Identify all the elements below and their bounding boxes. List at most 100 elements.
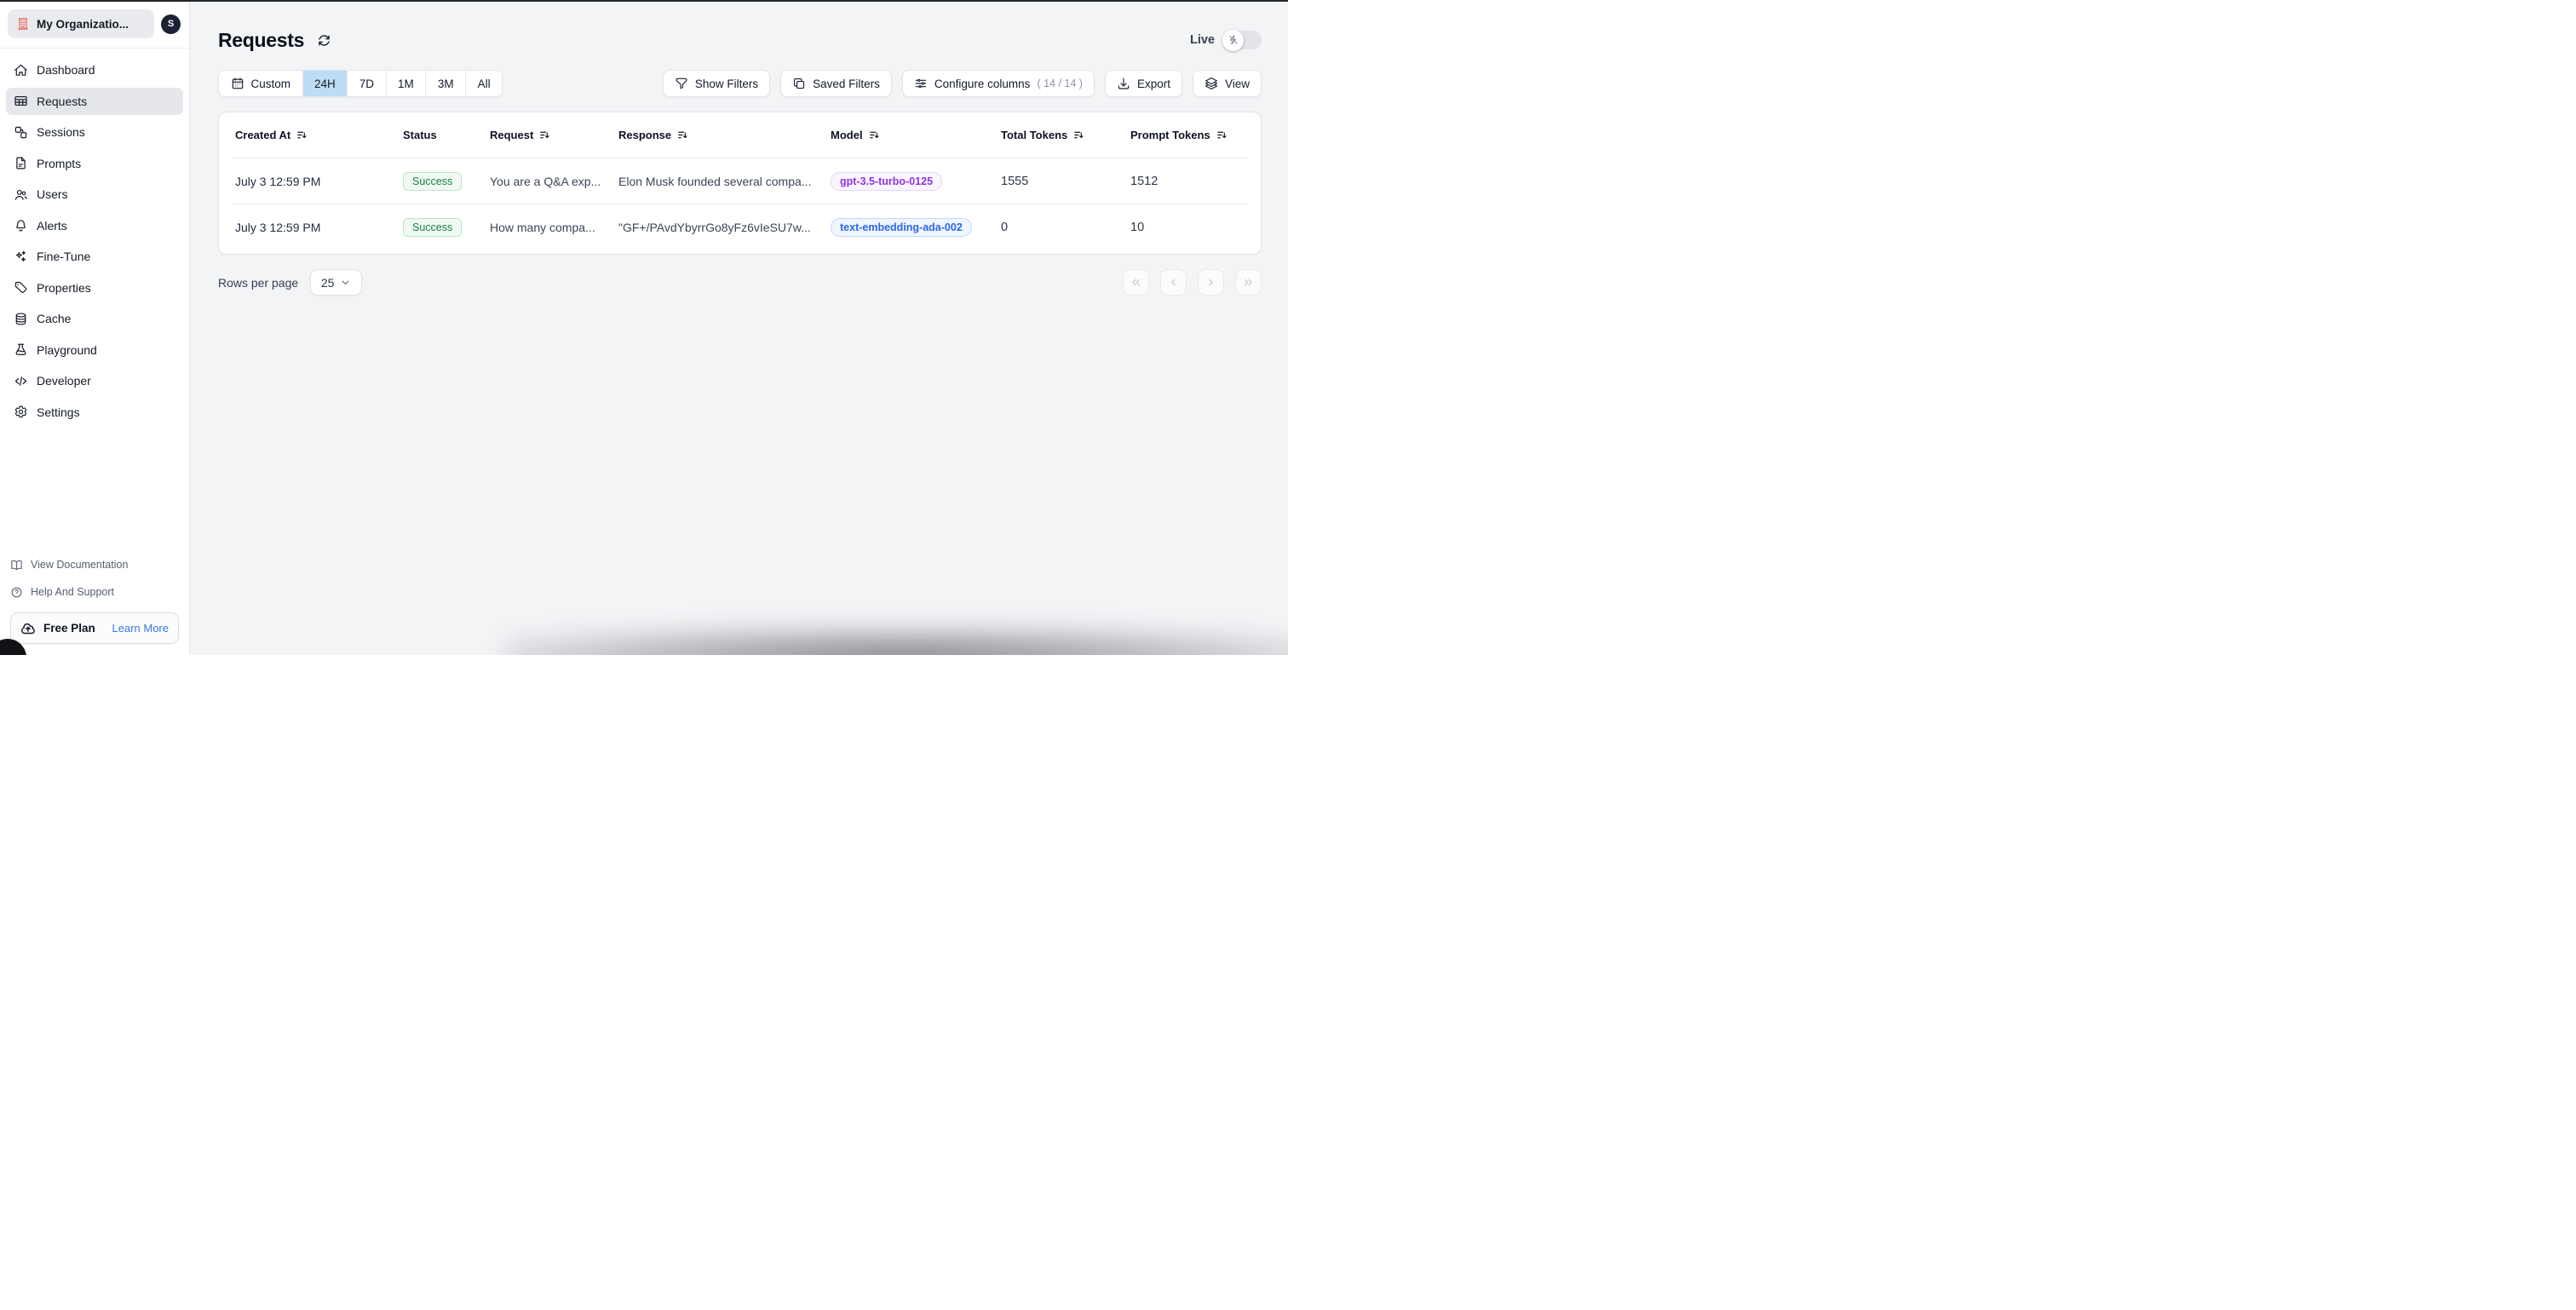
sidebar-item-label: Developer: [37, 374, 91, 388]
sidebar-item-fine-tune[interactable]: Fine-Tune: [6, 243, 183, 270]
columns-count: ( 14 / 14 ): [1037, 78, 1083, 89]
plan-banner[interactable]: Free Plan Learn More: [10, 612, 179, 644]
footer-link-label: Help And Support: [31, 586, 114, 598]
sidebar-item-developer[interactable]: Developer: [6, 367, 183, 394]
sidebar-item-users[interactable]: Users: [6, 181, 183, 208]
time-range-3m[interactable]: 3M: [426, 71, 467, 96]
chevron-right-icon: [1205, 276, 1217, 289]
pagination-row: Rows per page 25: [218, 269, 1262, 296]
gear-icon: [14, 405, 28, 419]
column-header-total-tokens[interactable]: Total Tokens: [1001, 129, 1130, 141]
sort-icon: [539, 129, 550, 141]
time-range-24h[interactable]: 24H: [302, 71, 348, 96]
sidebar-item-dashboard[interactable]: Dashboard: [6, 56, 183, 83]
sidebar-item-label: Dashboard: [37, 63, 95, 77]
sidebar-item-settings[interactable]: Settings: [6, 399, 183, 426]
toolbar: Custom 24H 7D 1M 3M All Show Filters Sav…: [218, 70, 1262, 97]
table-row[interactable]: July 3 12:59 PM Success You are a Q&A ex…: [219, 158, 1261, 204]
column-header-status[interactable]: Status: [403, 129, 490, 141]
sidebar-item-alerts[interactable]: Alerts: [6, 212, 183, 239]
layers-icon: [1205, 77, 1218, 90]
column-label: Request: [490, 129, 534, 141]
sort-icon: [869, 129, 880, 141]
cell-response: Elon Musk founded several compa...: [618, 174, 812, 188]
time-range-1m[interactable]: 1M: [386, 71, 427, 96]
sidebar-item-label: Fine-Tune: [37, 250, 91, 263]
show-filters-button[interactable]: Show Filters: [662, 70, 771, 97]
column-header-prompt-tokens[interactable]: Prompt Tokens: [1130, 129, 1245, 141]
column-label: Model: [831, 129, 863, 141]
column-header-request[interactable]: Request: [490, 129, 618, 141]
sessions-icon: [14, 125, 28, 140]
download-icon: [1117, 77, 1130, 90]
question-circle-icon: [10, 586, 23, 599]
next-page-button[interactable]: [1198, 269, 1224, 296]
time-range-label: 1M: [398, 77, 414, 90]
sidebar-item-prompts[interactable]: Prompts: [6, 150, 183, 177]
refresh-icon: [317, 33, 331, 48]
previous-page-button[interactable]: [1160, 269, 1187, 296]
sidebar-item-sessions[interactable]: Sessions: [6, 118, 183, 146]
view-button[interactable]: View: [1192, 70, 1262, 97]
cell-model: text-embedding-ada-002: [831, 217, 1001, 237]
time-range-label: 3M: [437, 77, 454, 90]
cell-request: You are a Q&A exp...: [490, 174, 601, 188]
avatar[interactable]: S: [161, 14, 181, 34]
view-documentation-link[interactable]: View Documentation: [10, 551, 179, 578]
time-range-label: Custom: [250, 77, 291, 90]
chevron-double-right-icon: [1242, 276, 1255, 289]
learn-more-link[interactable]: Learn More: [112, 622, 169, 635]
cell-status: Success: [403, 171, 490, 191]
database-icon: [14, 312, 28, 326]
last-page-button[interactable]: [1235, 269, 1262, 296]
sparkles-icon: [14, 250, 28, 264]
refresh-button[interactable]: [317, 33, 331, 48]
funnel-icon: [675, 77, 688, 90]
sidebar-item-label: Users: [37, 187, 68, 201]
sort-icon: [677, 129, 688, 141]
bell-icon: [14, 218, 28, 233]
cell-total-tokens: 0: [1001, 220, 1009, 234]
sidebar-item-label: Sessions: [37, 125, 85, 139]
sidebar-item-properties[interactable]: Properties: [6, 274, 183, 302]
table-row[interactable]: July 3 12:59 PM Success How many compa..…: [219, 204, 1261, 250]
live-label: Live: [1189, 33, 1215, 47]
footer-link-label: View Documentation: [31, 559, 129, 571]
table-icon: [14, 94, 28, 108]
help-and-support-link[interactable]: Help And Support: [10, 578, 179, 606]
sidebar-item-cache[interactable]: Cache: [6, 305, 183, 332]
live-toggle-knob: [1222, 29, 1244, 51]
table-header-row: Created At Status Request Response Model: [219, 112, 1261, 158]
column-header-created-at[interactable]: Created At: [235, 129, 403, 141]
saved-filters-button[interactable]: Saved Filters: [780, 70, 892, 97]
bolt-slash-icon: [1228, 34, 1239, 46]
column-label: Status: [403, 129, 437, 141]
time-range-7d[interactable]: 7D: [348, 71, 387, 96]
book-open-icon: [10, 559, 23, 572]
sidebar-item-requests[interactable]: Requests: [6, 87, 183, 115]
cloud-arrow-up-icon: [20, 621, 36, 636]
time-range-custom[interactable]: Custom: [219, 71, 303, 96]
app-root: My Organizatio... S Dashboard Requests S…: [0, 0, 1288, 655]
export-button[interactable]: Export: [1104, 70, 1182, 97]
toolbar-actions: Show Filters Saved Filters Configure col…: [662, 70, 1262, 97]
sidebar-item-playground[interactable]: Playground: [6, 336, 183, 364]
column-header-response[interactable]: Response: [618, 129, 831, 141]
cell-model: gpt-3.5-turbo-0125: [831, 171, 1001, 191]
column-label: Prompt Tokens: [1130, 129, 1210, 141]
live-toggle[interactable]: [1222, 29, 1262, 51]
action-label: View: [1224, 77, 1250, 90]
rows-per-page-select[interactable]: 25: [310, 269, 363, 296]
cell-response: "GF+/PAvdYbyrrGo8yFz6vIeSU7w...: [618, 220, 811, 234]
first-page-button[interactable]: [1123, 269, 1149, 296]
sidebar-nav: Dashboard Requests Sessions Prompts User…: [0, 49, 189, 434]
time-range-all[interactable]: All: [466, 71, 503, 96]
requests-table: Created At Status Request Response Model: [218, 112, 1262, 255]
pager: [1123, 269, 1262, 296]
sort-icon: [1216, 129, 1228, 141]
org-row: My Organizatio... S: [0, 0, 189, 49]
sidebar-item-label: Prompts: [37, 156, 82, 170]
column-header-model[interactable]: Model: [831, 129, 1001, 141]
org-switcher[interactable]: My Organizatio...: [8, 9, 154, 38]
configure-columns-button[interactable]: Configure columns ( 14 / 14 ): [901, 70, 1095, 97]
